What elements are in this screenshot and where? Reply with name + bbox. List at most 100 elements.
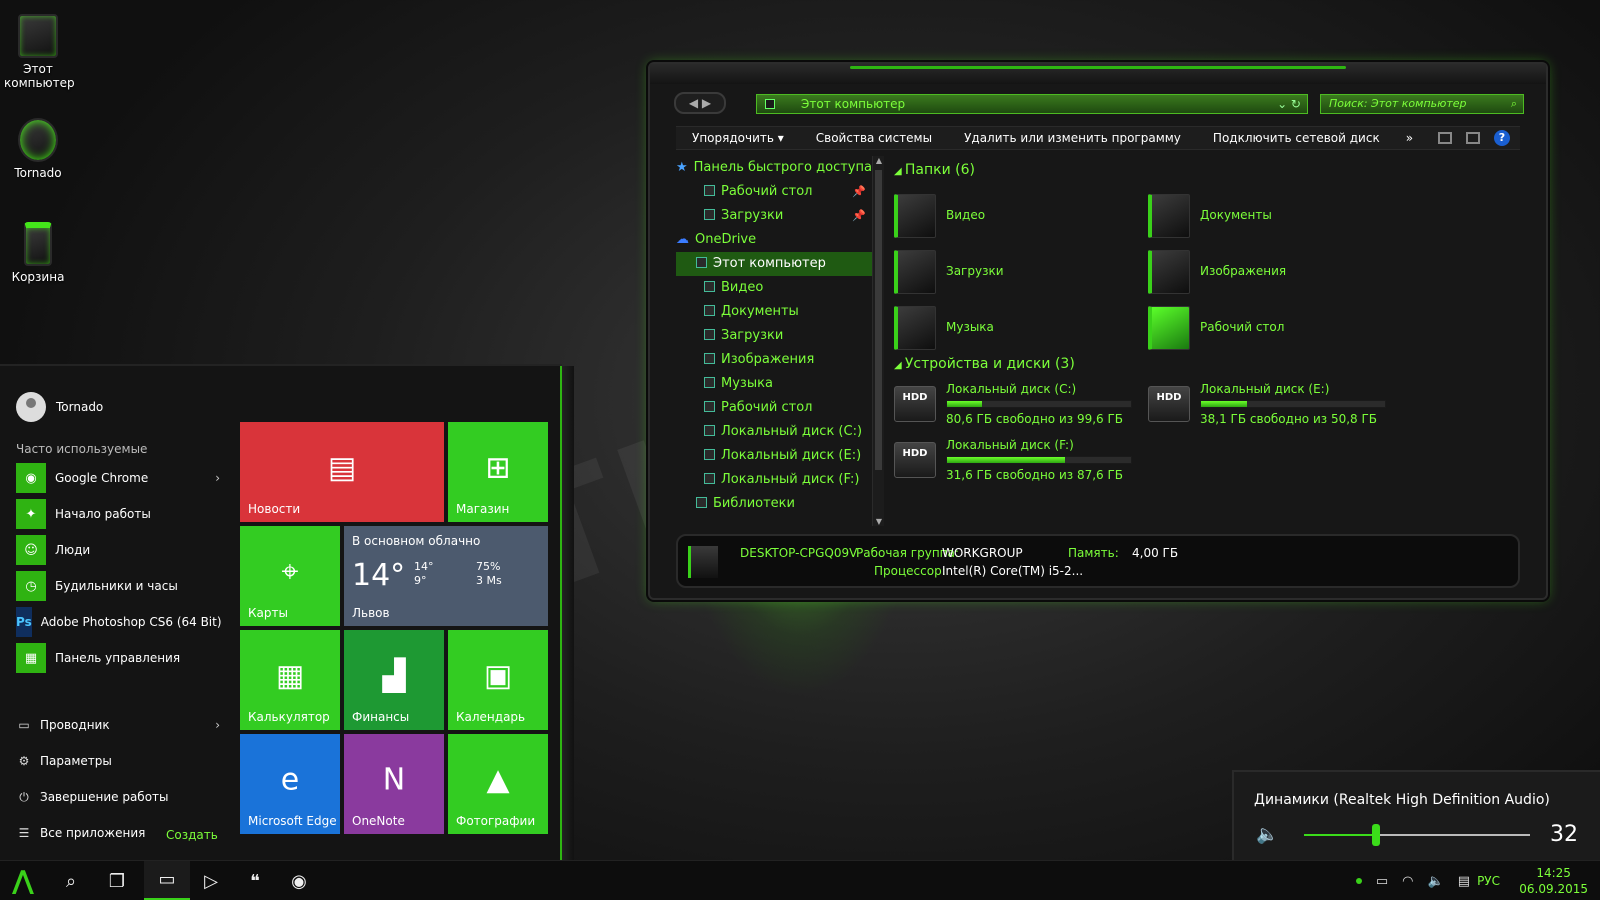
nav-item[interactable]: Локальный диск (F:) (676, 468, 872, 492)
folder-item[interactable]: Музыка (894, 304, 1144, 354)
cmd-map-network-drive[interactable]: Подключить сетевой диск (1197, 131, 1396, 145)
desktop-icon-this-pc[interactable]: Этот компьютер (4, 14, 75, 90)
folder-item[interactable]: Документы (1148, 192, 1398, 242)
search-icon[interactable]: ⌕ (48, 861, 94, 900)
nav-item[interactable]: Изображения (676, 348, 872, 372)
tile-photos[interactable]: ▲ Фотографии (448, 734, 548, 834)
nav-item[interactable]: Библиотеки (676, 492, 872, 516)
user-account[interactable]: Tornado (16, 392, 103, 422)
chrome-taskbar-icon[interactable]: ◉ (276, 861, 322, 900)
battery-icon[interactable]: ▭ (1376, 874, 1388, 889)
nav-item[interactable]: ☁ OneDrive (676, 228, 872, 252)
messaging-icon[interactable]: ❝ (232, 861, 278, 900)
drive-item[interactable]: HDD Локальный диск (F:) 31,6 ГБ свободно и… (894, 438, 1144, 490)
tile-weather[interactable]: В основном облачно 14° 14° 9° 75% 3 Ms Львов (344, 526, 548, 626)
chevron-right-icon[interactable]: › (215, 718, 220, 732)
folder-item[interactable]: Изображения (1148, 248, 1398, 298)
app-item[interactable]: Ps Adobe Photoshop CS6 (64 Bit) (16, 606, 222, 638)
nav-item[interactable]: Загрузки (676, 324, 872, 348)
back-forward-buttons[interactable]: ◀ ▶ (674, 92, 726, 114)
desktop-icon-tornado[interactable]: Tornado (4, 118, 72, 180)
create-link[interactable]: Создать (166, 828, 218, 842)
folder-item[interactable]: Рабочий стол (1148, 304, 1398, 354)
task-view-icon[interactable]: ❐ (94, 861, 140, 900)
file-explorer-taskbar-icon[interactable]: ▭ (144, 861, 190, 900)
cpu-value: Intel(R) Core(TM) i5-2... (942, 564, 1084, 578)
volume-tray-icon[interactable]: 🔈 (1428, 874, 1444, 889)
drives-group-header[interactable]: Устройства и диски (3) (894, 356, 1075, 372)
tray-status-icon[interactable] (1355, 878, 1362, 884)
tile-calendar[interactable]: ▣ Календарь (448, 630, 548, 730)
drive-item[interactable]: HDD Локальный диск (E:) 38,1 ГБ свободно и… (1148, 382, 1398, 434)
volume-slider[interactable] (1304, 824, 1530, 846)
nav-item[interactable]: Локальный диск (C:) (676, 420, 872, 444)
nav-item[interactable]: Локальный диск (E:) (676, 444, 872, 468)
nav-item[interactable]: Видео (676, 276, 872, 300)
refresh-icon[interactable]: ⌄ ↻ (1277, 95, 1301, 113)
app-item[interactable]: ▦ Панель управления (16, 642, 220, 674)
app-item[interactable]: ☺ Люди (16, 534, 220, 566)
tile-news[interactable]: ▤ Новости (240, 422, 444, 522)
navigation-pane: ★ Панель быстрого доступа Рабочий стол 📌 Заг… (676, 156, 872, 534)
cmd-system-properties[interactable]: Свойства системы (800, 131, 948, 145)
address-bar[interactable]: Этот компьютер ⌄ ↻ (756, 94, 1308, 114)
nav-item[interactable]: Этот компьютер (676, 252, 872, 276)
explorer-window: ◀ ▶ Этот компьютер ⌄ ↻ Поиск: Этот компь… (648, 62, 1548, 600)
app-item[interactable]: ✦ Начало работы (16, 498, 220, 530)
folder-item[interactable]: Загрузки (894, 248, 1144, 298)
desktop-icon-recycle-bin[interactable]: Корзина (4, 222, 72, 284)
system-item[interactable]: ▭ Проводник › (16, 710, 220, 740)
weather-high: 14° (414, 560, 434, 573)
network-icon[interactable]: ◠ (1402, 874, 1413, 889)
help-icon[interactable]: ? (1494, 130, 1510, 146)
folder-icon (696, 257, 707, 268)
search-input[interactable]: Поиск: Этот компьютер ⌕ (1320, 94, 1524, 114)
nav-scrollbar[interactable]: ▲ ▼ (872, 156, 884, 526)
nav-item[interactable]: Рабочий стол (676, 396, 872, 420)
more-commands-chevron[interactable]: » (1396, 131, 1423, 145)
chevron-right-icon[interactable]: › (215, 471, 220, 485)
start-button[interactable]: ⋀ (0, 861, 46, 900)
drive-free-space: 31,6 ГБ свободно из 87,6 ГБ (946, 468, 1124, 482)
input-language[interactable]: РУС (1477, 861, 1500, 900)
pin-icon[interactable]: 📌 (852, 204, 866, 228)
nav-item[interactable]: ★ Панель быстрого доступа (676, 156, 872, 180)
preview-pane-icon[interactable] (1466, 132, 1480, 144)
speaker-icon[interactable]: 🔈 (1256, 824, 1278, 845)
tile-maps[interactable]: ⌖ Карты (240, 526, 340, 626)
volume-knob[interactable] (1372, 824, 1381, 846)
tile-edge[interactable]: e Microsoft Edge (240, 734, 340, 834)
nav-item[interactable]: Загрузки 📌 (676, 204, 872, 228)
view-options-icon[interactable] (1438, 132, 1452, 144)
nav-item[interactable]: Документы (676, 300, 872, 324)
tile-finance[interactable]: ▟ Финансы (344, 630, 444, 730)
alarm-icon: ◷ (16, 571, 46, 601)
app-item[interactable]: ◷ Будильники и часы (16, 570, 220, 602)
app-label: Adobe Photoshop CS6 (64 Bit) (40, 615, 222, 629)
cmd-organize[interactable]: Упорядочить ▾ (676, 131, 800, 145)
clock[interactable]: 14:25 06.09.2015 (1519, 865, 1588, 897)
scroll-thumb[interactable] (875, 170, 882, 470)
tile-calculator[interactable]: ▦ Калькулятор (240, 630, 340, 730)
folders-group-header[interactable]: Папки (6) (894, 162, 975, 178)
pin-icon[interactable]: 📌 (852, 180, 866, 204)
system-item[interactable]: ⚙ Параметры (16, 746, 220, 776)
cmd-uninstall-program[interactable]: Удалить или изменить программу (948, 131, 1197, 145)
window-title-bar[interactable] (650, 64, 1546, 84)
system-item[interactable]: ⏻ Завершение работы (16, 782, 220, 812)
folder-item[interactable]: Видео (894, 192, 1144, 242)
tile-store[interactable]: ⊞ Магазин (448, 422, 548, 522)
folder-icon (704, 329, 715, 340)
time: 14:25 (1536, 866, 1571, 880)
nav-item[interactable]: Музыка (676, 372, 872, 396)
media-player-icon[interactable]: ▷ (188, 861, 234, 900)
app-item[interactable]: ◉ Google Chrome › (16, 462, 220, 494)
scroll-up-icon[interactable]: ▲ (873, 156, 885, 165)
notifications-icon[interactable]: ▤ (1458, 874, 1470, 889)
drive-item[interactable]: HDD Локальный диск (C:) 80,6 ГБ свободно и… (894, 382, 1144, 434)
app-label: Будильники и часы (55, 579, 178, 593)
scroll-down-icon[interactable]: ▼ (873, 517, 885, 526)
pc-name: DESKTOP-CPGQ09V (740, 546, 858, 560)
nav-item[interactable]: Рабочий стол 📌 (676, 180, 872, 204)
tile-onenote[interactable]: N OneNote (344, 734, 444, 834)
